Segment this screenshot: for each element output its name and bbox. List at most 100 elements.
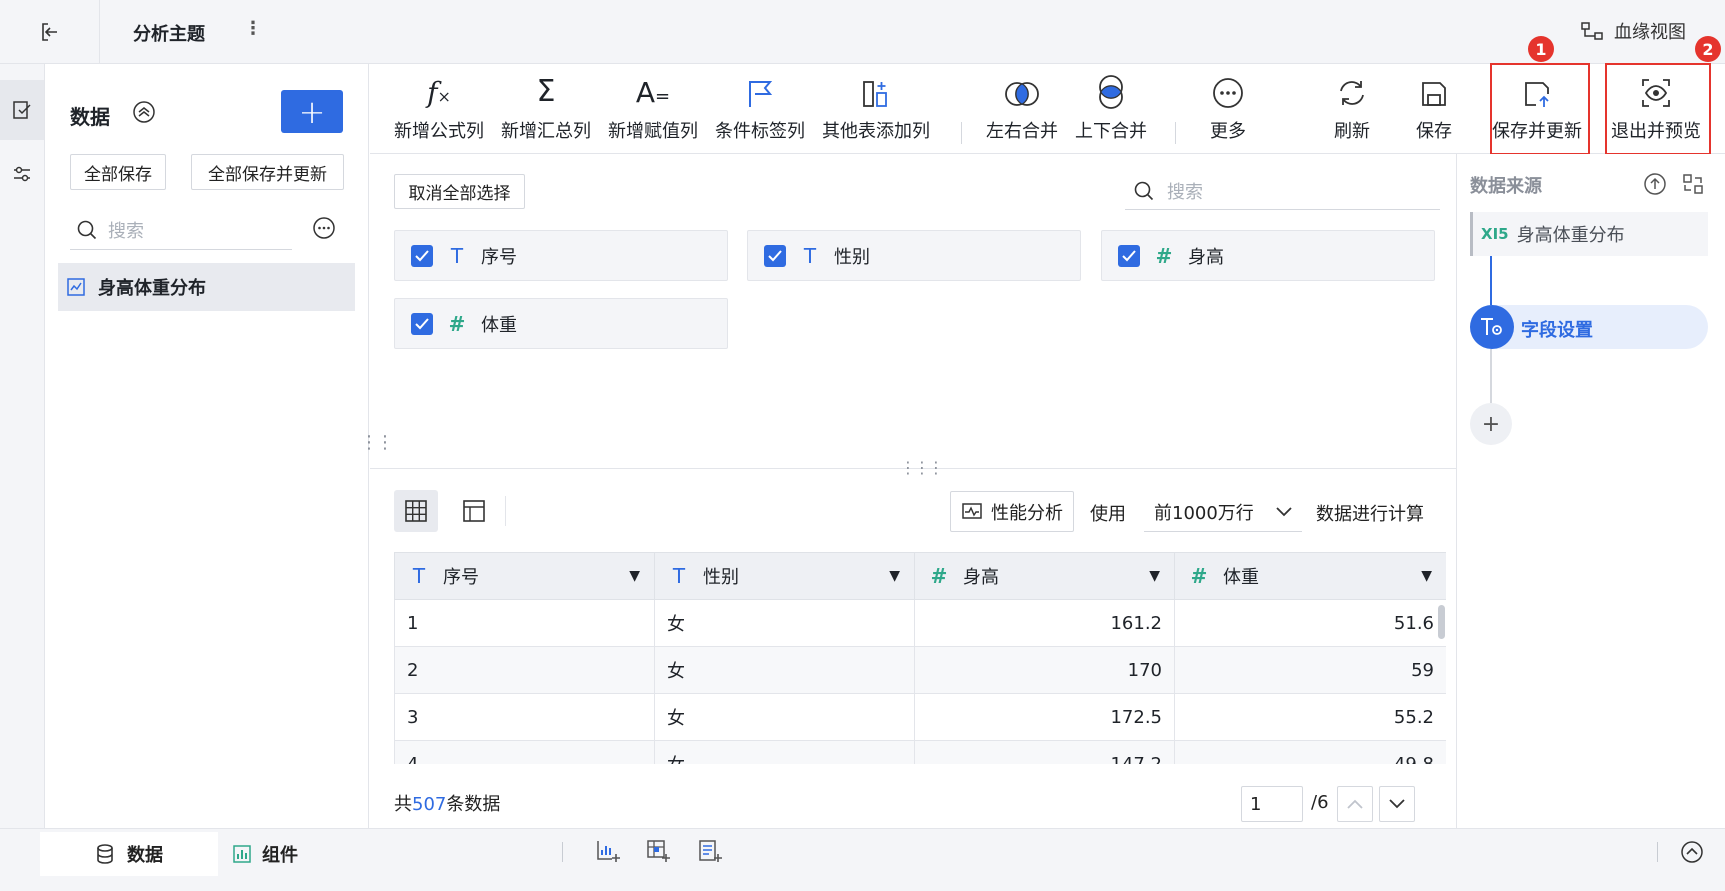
tab-component[interactable]: 组件 (232, 832, 298, 876)
collapse-up-icon[interactable] (132, 100, 156, 124)
checkbox-checked-icon[interactable] (764, 244, 786, 267)
lineage-label: 血缘视图 (1614, 22, 1686, 43)
total-count: 共507条数据 (394, 790, 500, 816)
more-button[interactable]: 更多 (1210, 75, 1246, 143)
add-assign-column-button[interactable]: A= 新增赋值列 (608, 75, 698, 143)
condition-label-column-button[interactable]: 条件标签列 (715, 75, 805, 143)
sort-dropdown-icon[interactable]: ▼ (1149, 568, 1160, 584)
tab-data-label: 数据 (127, 845, 163, 866)
save-button[interactable]: 保存 (1416, 75, 1452, 143)
rail-settings-button[interactable] (0, 144, 44, 204)
highlight-box-exit-preview (1605, 63, 1711, 155)
data-more-button[interactable] (312, 216, 336, 240)
source-node[interactable]: XI5 身高体重分布 (1470, 212, 1708, 256)
join-horizontal-icon (1004, 75, 1040, 109)
save-all-button[interactable]: 全部保存 (70, 154, 166, 190)
lineage-icon (1581, 22, 1603, 40)
add-other-table-column-button[interactable]: 其他表添加列 (822, 75, 930, 143)
collapse-up-icon[interactable] (1680, 840, 1704, 864)
toolbar-label: 新增公式列 (394, 121, 484, 142)
toolbar-label: 新增汇总列 (501, 121, 591, 142)
field-chip[interactable]: T 性别 (747, 230, 1081, 281)
table-cell: 172.5 (914, 693, 1175, 741)
table-cell: 2 (394, 646, 655, 694)
cancel-all-selection-button[interactable]: 取消全部选择 (394, 174, 525, 209)
database-icon (97, 844, 113, 864)
pivot-view-button[interactable] (452, 490, 496, 532)
sum-icon: Σ (536, 74, 556, 109)
add-data-button[interactable]: + (281, 90, 343, 133)
page-up-button[interactable] (1337, 786, 1373, 822)
data-search-placeholder: 搜索 (108, 220, 144, 242)
table-cell: 55.2 (1174, 693, 1446, 741)
refresh-button[interactable]: 刷新 (1334, 75, 1370, 143)
sort-dropdown-icon[interactable]: ▼ (1421, 568, 1432, 584)
field-chip[interactable]: # 身高 (1101, 230, 1435, 281)
field-search-placeholder: 搜索 (1167, 181, 1203, 203)
join-horizontal-button[interactable]: 左右合并 (986, 75, 1058, 143)
text-type-icon: T (450, 243, 464, 268)
checkbox-checked-icon[interactable] (411, 244, 433, 267)
checkbox-checked-icon[interactable] (411, 312, 433, 335)
field-search-input[interactable]: 搜索 (1125, 172, 1440, 210)
checkbox-checked-icon[interactable] (1118, 244, 1140, 267)
add-step-button[interactable]: + (1470, 403, 1512, 445)
table-row: 4 女 147.2 49.8 (394, 740, 1446, 764)
calc-label: 数据进行计算 (1316, 504, 1424, 525)
table-cell: 49.8 (1174, 740, 1446, 764)
column-header-label: 体重 (1223, 567, 1259, 588)
field-settings-label: 字段设置 (1521, 320, 1593, 341)
add-report-component-icon[interactable] (697, 838, 723, 864)
table-scrollbar[interactable] (1438, 605, 1445, 639)
field-name: 身高 (1188, 246, 1224, 268)
union-vertical-button[interactable]: 上下合并 (1075, 75, 1147, 143)
field-name: 序号 (481, 246, 517, 268)
add-formula-column-button[interactable]: f× 新增公式列 (394, 75, 484, 143)
table-cell: 女 (654, 693, 915, 741)
excel-icon: XI5 (1481, 225, 1509, 243)
column-header[interactable]: # 身高 ▼ (914, 552, 1175, 600)
text-type-icon: T (672, 564, 686, 588)
add-chart-component-icon[interactable] (595, 838, 621, 864)
sort-dropdown-icon[interactable]: ▼ (629, 568, 640, 584)
lineage-view-button[interactable]: 血缘视图 (1580, 18, 1686, 44)
performance-analysis-button[interactable]: 性能分析 (950, 491, 1074, 532)
highlight-box-save-update (1490, 63, 1590, 155)
data-panel-title: 数据 (70, 105, 110, 129)
panel-resize-handle[interactable]: ⋮⋮ (360, 432, 394, 453)
data-search-input[interactable]: 搜索 (70, 210, 292, 250)
page-number-input[interactable]: 1 (1241, 786, 1303, 822)
save-all-update-button[interactable]: 全部保存并更新 (191, 154, 344, 190)
grid-view-button[interactable] (394, 490, 438, 532)
exit-button[interactable] (0, 0, 100, 64)
number-type-icon: # (1155, 243, 1173, 268)
toolbar-label: 更多 (1210, 121, 1246, 142)
formula-icon: f× (427, 76, 451, 109)
add-sum-column-button[interactable]: Σ 新增汇总列 (501, 74, 591, 143)
title-more-button[interactable]: ⋮ (244, 18, 263, 39)
left-rail (0, 64, 45, 828)
bottom-divider (1657, 842, 1658, 862)
chevron-down-icon (1276, 506, 1292, 516)
switch-layout-icon[interactable] (1681, 172, 1705, 196)
column-header[interactable]: T 性别 ▼ (654, 552, 915, 600)
sort-dropdown-icon[interactable]: ▼ (889, 568, 900, 584)
row-limit-select[interactable]: 前1000万行 (1144, 492, 1302, 532)
annotation-badge-1: 1 (1528, 36, 1554, 62)
rail-data-button[interactable] (0, 80, 44, 140)
tab-data[interactable]: 数据 (40, 832, 218, 876)
column-header[interactable]: T 序号 ▼ (394, 552, 655, 600)
section-resize-handle[interactable]: ⋮⋮⋮ (900, 458, 944, 477)
data-list-item[interactable]: 身高体重分布 (58, 263, 355, 311)
field-chip[interactable]: # 体重 (394, 298, 728, 349)
assign-icon: A= (635, 76, 671, 109)
total-number: 507 (412, 794, 447, 815)
add-table-component-icon[interactable] (645, 838, 671, 864)
table-cell: 51.6 (1174, 599, 1446, 647)
column-header[interactable]: # 体重 ▼ (1174, 552, 1446, 600)
table-header-row: T 序号 ▼ T 性别 ▼ # 身高 ▼ # 体重 ▼ (394, 552, 1446, 600)
upload-source-icon[interactable] (1643, 172, 1667, 196)
page-down-button[interactable] (1379, 786, 1415, 822)
field-chip[interactable]: T 序号 (394, 230, 728, 281)
toolbar-label: 新增赋值列 (608, 121, 698, 142)
